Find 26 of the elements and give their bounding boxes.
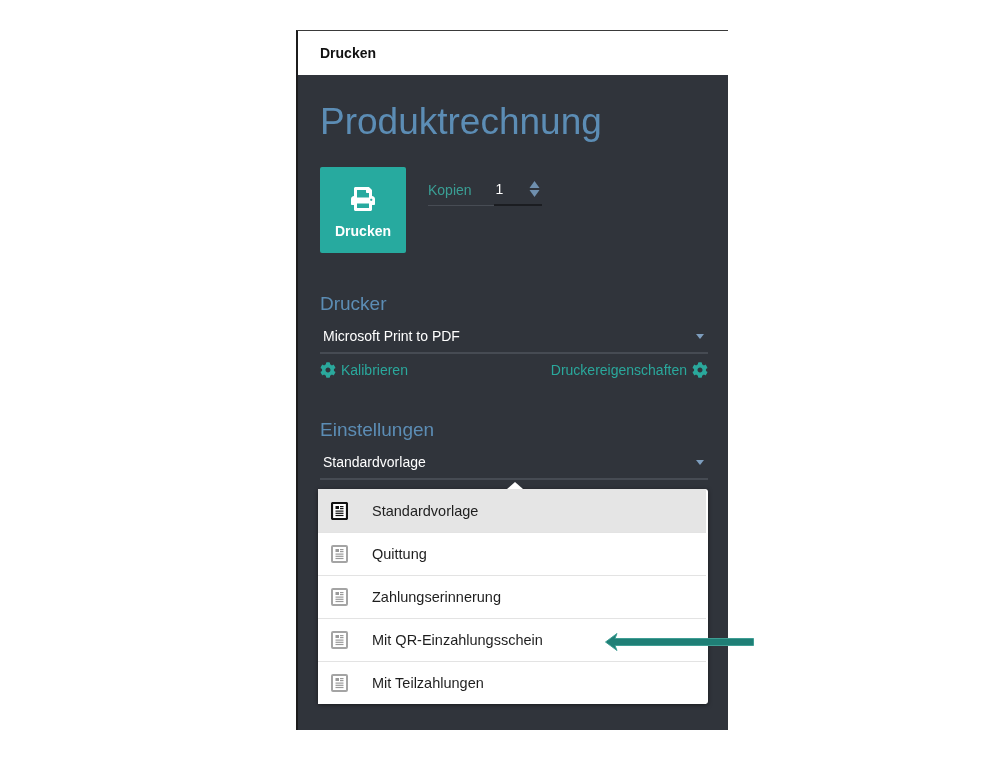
caret-icon — [696, 333, 704, 339]
menu-item[interactable]: Mit Teilzahlungen — [318, 661, 706, 704]
document-icon — [331, 545, 348, 563]
menu-item[interactable]: Mit QR-Einzahlungsschein — [318, 618, 706, 661]
document-title: Produktrechnung — [320, 100, 602, 144]
printer-icon — [350, 187, 376, 211]
menu-item[interactable]: Standardvorlage — [318, 489, 706, 532]
printer-properties-link[interactable]: Druckereigenschaften — [550, 362, 708, 378]
document-icon — [331, 631, 348, 649]
caret-icon — [696, 459, 704, 465]
copies-label: Kopien — [428, 181, 494, 206]
template-select[interactable]: Standardvorlage — [320, 446, 708, 480]
printer-select[interactable]: Microsoft Print to PDF — [320, 320, 708, 354]
section-heading: Einstellungen — [320, 418, 435, 442]
document-icon — [331, 588, 348, 606]
stepper-arrows-icon[interactable] — [528, 180, 540, 198]
gear-icon — [320, 362, 336, 378]
menu-item[interactable]: Zahlungserinnerung — [318, 575, 706, 618]
copies-field[interactable]: 1 — [493, 180, 542, 206]
window-title: Drucken — [320, 45, 377, 61]
document-icon — [331, 674, 348, 692]
gear-icon — [692, 362, 708, 378]
document-icon — [331, 501, 348, 520]
menu-item[interactable]: Quittung — [318, 532, 706, 575]
calibrate-link[interactable]: Kalibrieren — [320, 362, 408, 378]
section-heading: Drucker — [320, 292, 387, 316]
